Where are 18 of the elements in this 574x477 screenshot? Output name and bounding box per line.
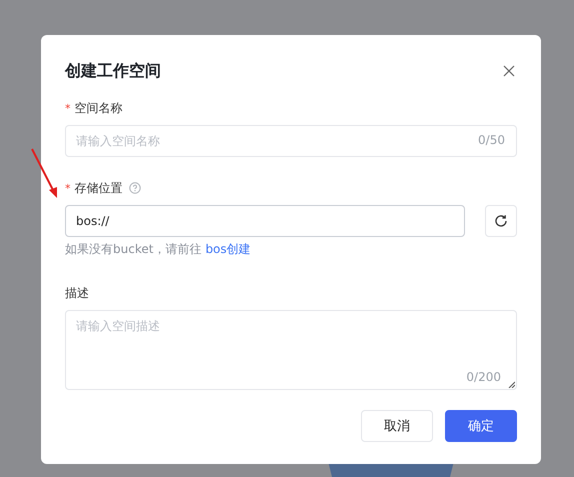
cancel-button[interactable]: 取消 <box>361 410 433 442</box>
resize-handle-icon <box>508 381 515 388</box>
refresh-icon <box>494 214 508 228</box>
field-label: 存储位置 <box>74 180 122 196</box>
hint-text: 如果没有bucket，请前往 <box>65 242 202 256</box>
char-counter: 0/50 <box>478 133 505 147</box>
annotation-arrow <box>30 148 60 200</box>
field-label: 空间名称 <box>74 100 122 116</box>
field-label: 描述 <box>65 284 89 302</box>
refresh-button[interactable] <box>485 205 517 237</box>
char-counter: 0/200 <box>466 370 501 384</box>
close-button[interactable] <box>501 63 517 79</box>
required-mark: * <box>65 182 70 194</box>
dialog-title: 创建工作空间 <box>65 60 161 82</box>
required-mark: * <box>65 102 70 114</box>
create-link[interactable]: bos创建 <box>205 242 251 256</box>
input-field[interactable]: bos:// <box>65 205 465 237</box>
confirm-button[interactable]: 确定 <box>445 410 517 442</box>
